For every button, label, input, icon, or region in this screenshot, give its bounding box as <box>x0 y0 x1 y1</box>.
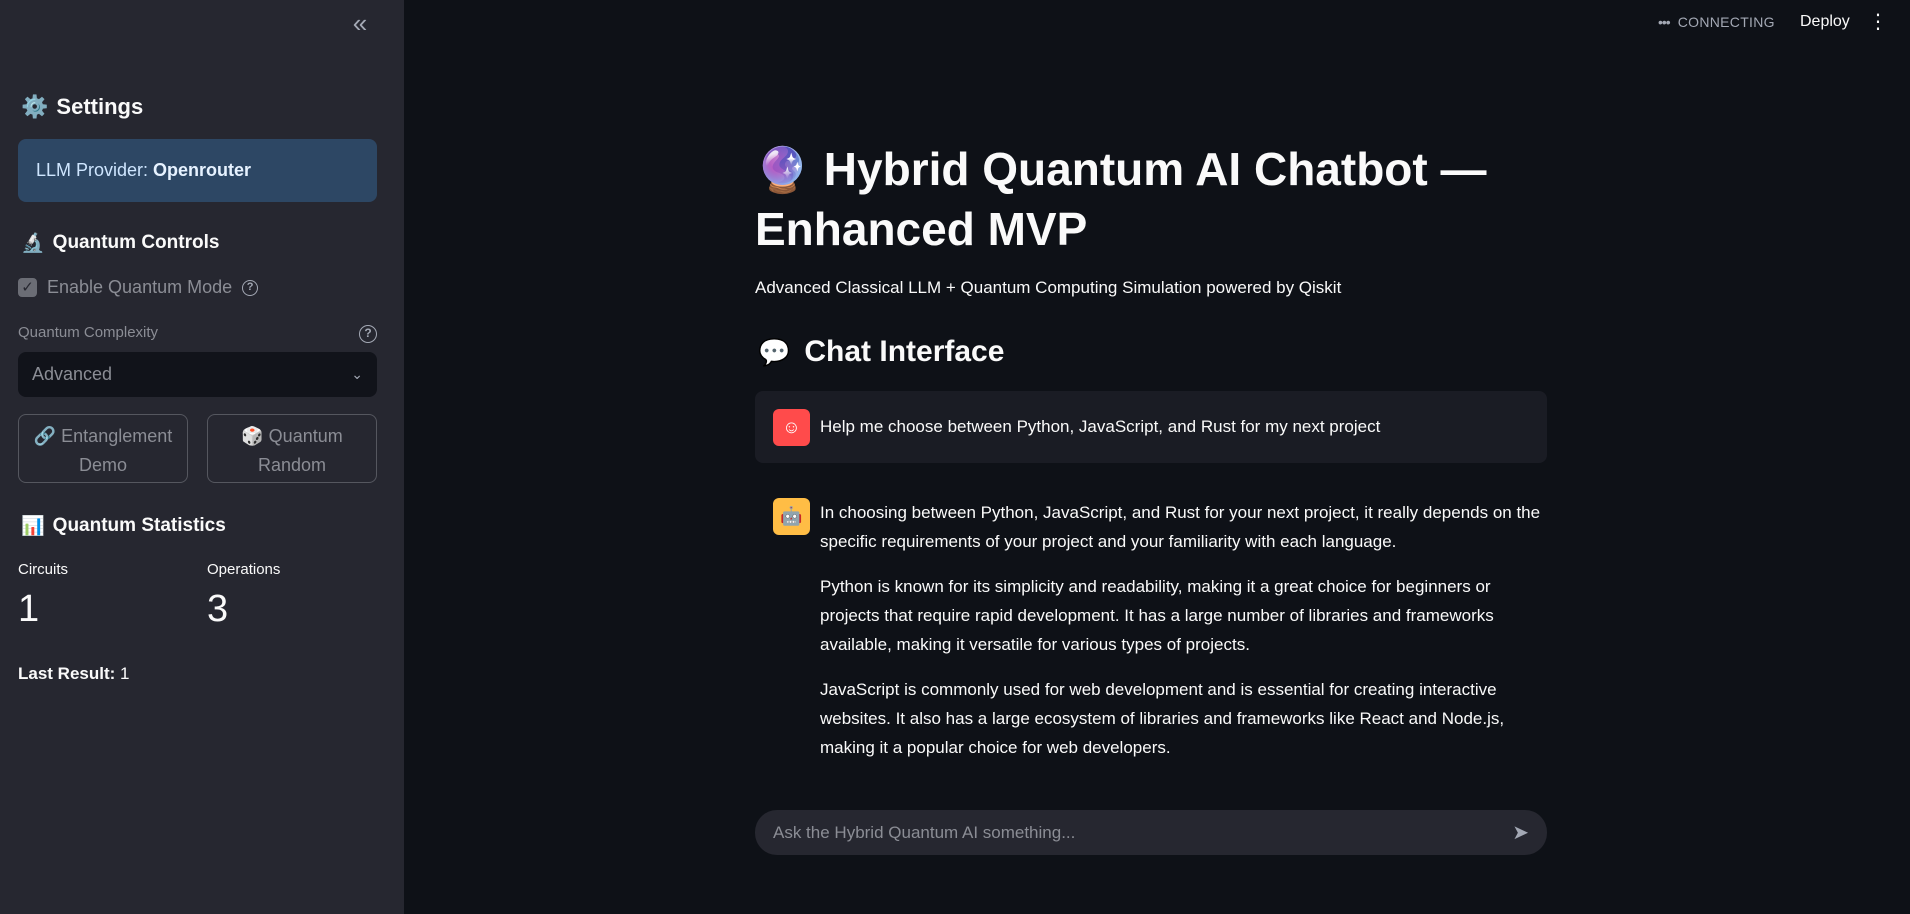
complexity-help-icon[interactable]: ? <box>359 325 377 343</box>
chat-input[interactable] <box>773 822 1473 843</box>
assistant-message: 🤖 In choosing between Python, JavaScript… <box>773 498 1553 792</box>
last-result-value: 1 <box>120 664 130 683</box>
operations-label: Operations <box>207 561 281 578</box>
crystal-ball-icon: 🔮 <box>755 146 810 195</box>
quantum-controls-heading: 🔬 Quantum Controls <box>21 231 219 255</box>
speech-bubble-icon: 💬 <box>758 336 791 367</box>
llm-provider-info: LLM Provider: Openrouter <box>18 139 377 202</box>
complexity-label: Quantum Complexity <box>18 324 159 341</box>
quantum-complexity-select[interactable]: Advanced ⌄ <box>18 352 377 397</box>
status-dots-icon: ••• <box>1658 14 1671 30</box>
gear-icon: ⚙️ <box>21 94 49 119</box>
enable-quantum-mode-checkbox[interactable]: ✓ Enable Quantum Mode ? <box>18 277 259 298</box>
deploy-button[interactable]: Deploy <box>1800 13 1850 31</box>
robot-icon: 🤖 <box>773 498 810 535</box>
last-result: Last Result: 1 <box>18 664 130 684</box>
bar-chart-icon: 📊 <box>21 516 45 537</box>
provider-value: Openrouter <box>153 160 252 180</box>
sidebar: « ⚙️ Settings LLM Provider: Openrouter 🔬… <box>0 0 404 914</box>
last-result-label: Last Result: <box>18 664 116 683</box>
send-icon[interactable]: ➤ <box>1512 820 1529 845</box>
page-title: 🔮 Hybrid Quantum AI Chatbot — Enhanced MV… <box>755 140 1555 259</box>
circuits-label: Circuits <box>18 561 69 578</box>
settings-title: Settings <box>56 94 144 119</box>
assistant-paragraph: In choosing between Python, JavaScript, … <box>820 503 1541 551</box>
select-value: Advanced <box>32 364 113 384</box>
chevron-down-icon: ⌄ <box>351 366 363 382</box>
kebab-menu-icon[interactable]: ⋮ <box>1868 10 1888 34</box>
quantum-controls-title: Quantum Controls <box>52 232 220 253</box>
collapse-sidebar-icon[interactable]: « <box>346 10 374 38</box>
user-message-text: Help me choose between Python, JavaScrip… <box>820 417 1381 436</box>
user-face-icon: ☺ <box>773 408 810 446</box>
user-message: ☺ Help me choose between Python, JavaScr… <box>755 391 1547 463</box>
chat-interface-heading: 💬 Chat Interface <box>758 335 1004 369</box>
quantum-random-button[interactable]: 🎲 Quantum Random <box>207 414 377 483</box>
assistant-message-body: In choosing between Python, JavaScript, … <box>820 498 1553 792</box>
operations-value: 3 <box>207 588 229 630</box>
page-subtitle: Advanced Classical LLM + Quantum Computi… <box>755 278 1342 297</box>
quantum-statistics-heading: 📊 Quantum Statistics <box>21 514 226 538</box>
help-icon[interactable]: ? <box>242 279 259 296</box>
chat-interface-title: Chat Interface <box>804 335 1005 368</box>
assistant-paragraph: Python is known for its simplicity and r… <box>820 577 1494 654</box>
circuits-value: 1 <box>18 588 40 630</box>
chat-input-bar: ➤ <box>755 810 1547 855</box>
microscope-icon: 🔬 <box>21 233 45 254</box>
status-text: CONNECTING <box>1677 14 1775 30</box>
quantum-statistics-title: Quantum Statistics <box>52 515 226 536</box>
checkbox-checked-icon[interactable]: ✓ <box>18 278 37 297</box>
assistant-paragraph: JavaScript is commonly used for web deve… <box>820 680 1505 757</box>
page-title-text: Hybrid Quantum AI Chatbot — Enhanced MVP <box>755 143 1487 255</box>
entanglement-demo-button[interactable]: 🔗 Entanglement Demo <box>18 414 188 483</box>
connection-status: ••• CONNECTING <box>1658 14 1775 30</box>
enable-quantum-label: Enable Quantum Mode <box>47 277 233 297</box>
settings-heading: ⚙️ Settings <box>21 94 143 120</box>
provider-label: LLM Provider: <box>36 160 149 180</box>
